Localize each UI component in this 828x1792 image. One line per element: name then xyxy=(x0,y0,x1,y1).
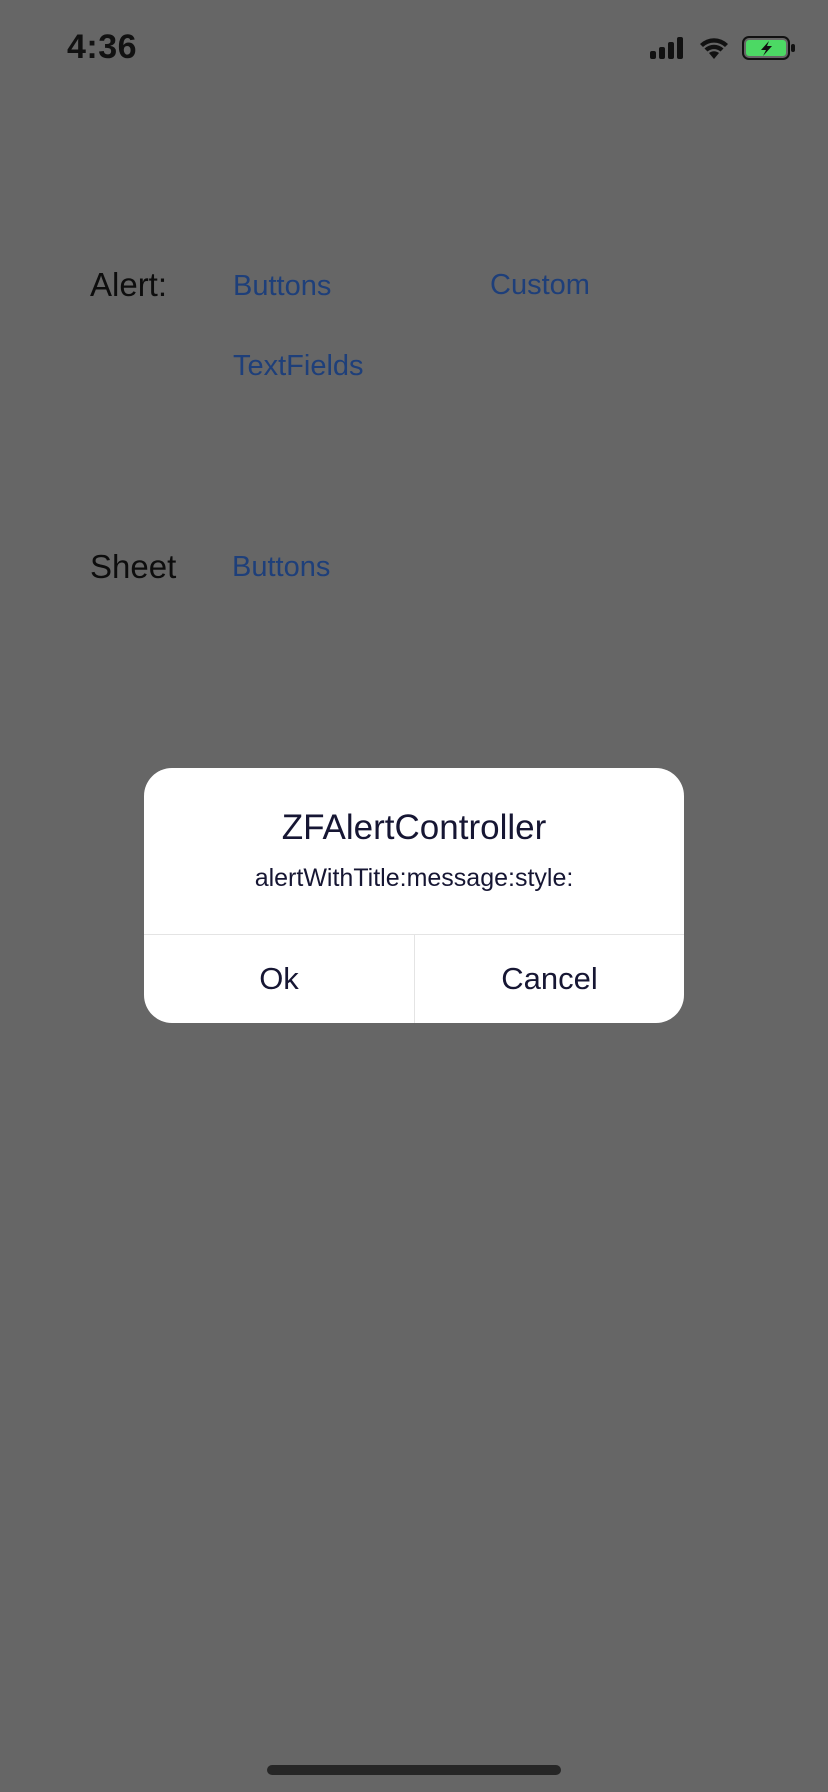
alert-section-label: Alert: xyxy=(90,266,168,303)
sheet-buttons-link[interactable]: Buttons xyxy=(232,551,330,584)
alert-buttons-link[interactable]: Buttons xyxy=(233,270,331,303)
dialog-message: alertWithTitle:message:style: xyxy=(254,864,574,892)
status-icons xyxy=(650,36,796,60)
sheet-section-label: Sheet xyxy=(90,548,177,585)
cellular-signal-icon xyxy=(650,37,686,59)
alert-custom-link[interactable]: Custom xyxy=(490,269,590,302)
alert-textfields-link[interactable]: TextFields xyxy=(233,350,364,383)
dialog-title: ZFAlertController xyxy=(281,808,547,847)
home-indicator[interactable] xyxy=(267,1765,561,1775)
app-screen: 4:36 Alert: Buttons Custom TextFields Sh… xyxy=(0,0,828,1792)
wifi-icon xyxy=(698,36,730,60)
cancel-button[interactable]: Cancel xyxy=(415,935,684,1023)
alert-dialog: ZFAlertController alertWithTitle:message… xyxy=(144,768,684,1023)
battery-charging-icon xyxy=(742,36,796,60)
ok-button[interactable]: Ok xyxy=(144,935,414,1023)
status-time: 4:36 xyxy=(67,28,138,66)
